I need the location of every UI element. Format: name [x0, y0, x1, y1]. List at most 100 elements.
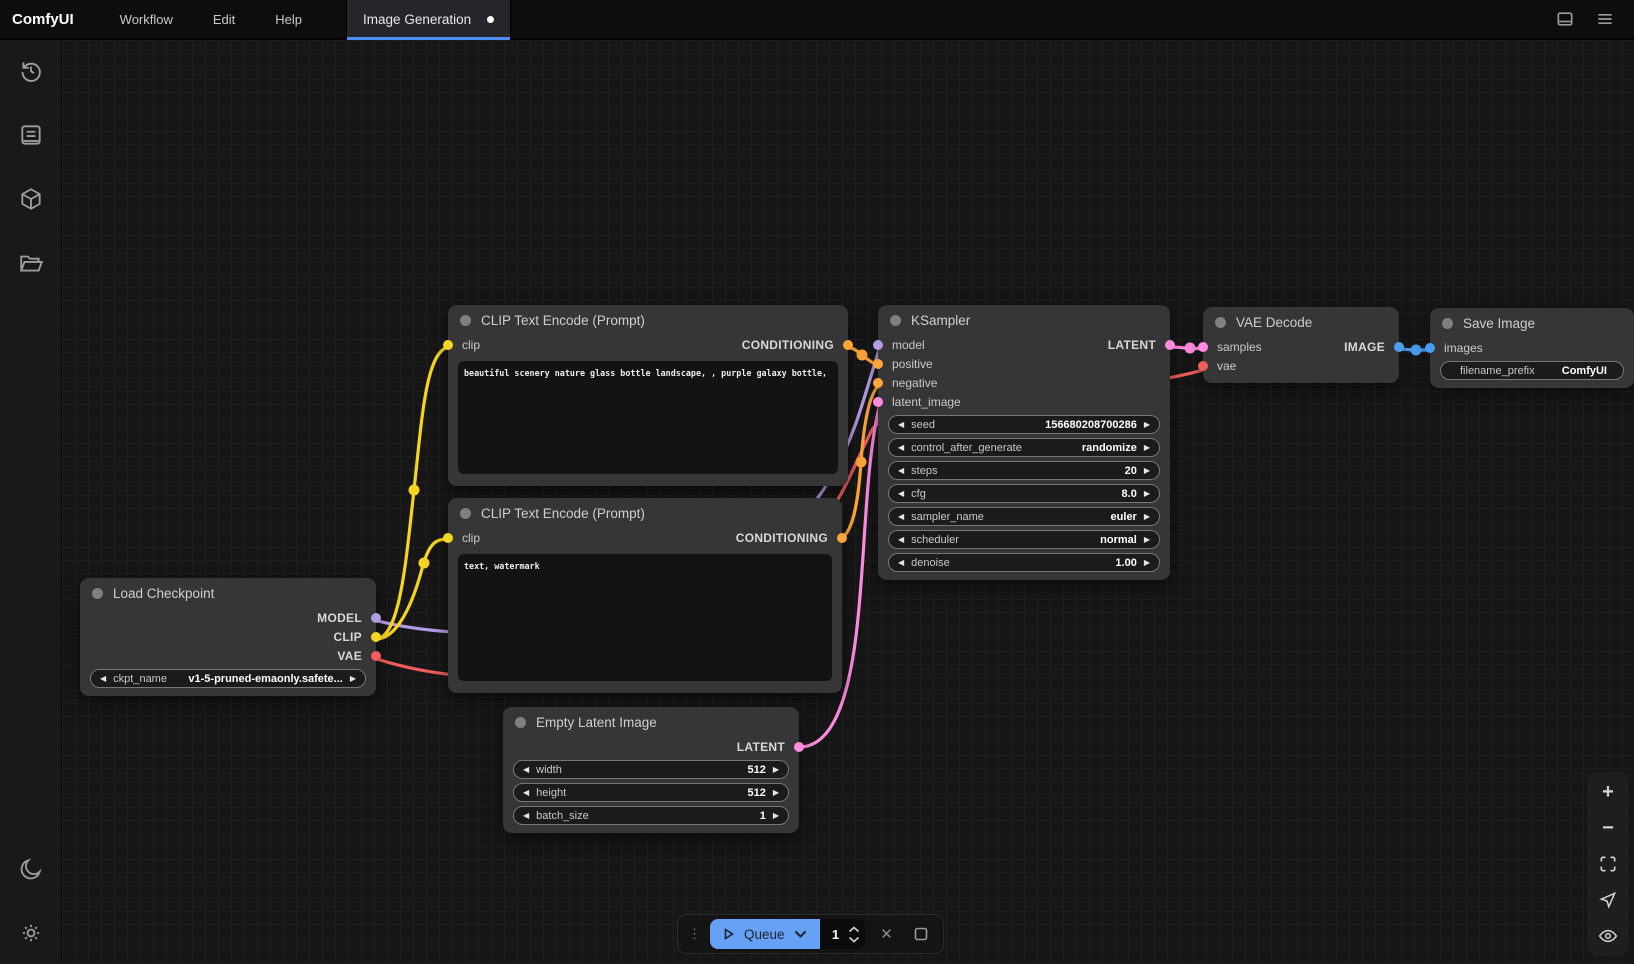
zoom-in-icon[interactable]: + [1596, 780, 1620, 804]
decrement-arrow-icon[interactable]: ◀ [523, 789, 529, 797]
clip-input-port[interactable] [443, 533, 453, 543]
clear-queue-icon[interactable]: ✕ [875, 922, 899, 946]
node-graph-canvas[interactable] [62, 40, 1634, 964]
decrement-arrow-icon[interactable]: ◀ [898, 559, 904, 567]
theme-toggle-moon-icon[interactable] [18, 856, 44, 882]
decrement-arrow-icon[interactable]: ◀ [898, 444, 904, 452]
height-widget[interactable]: ◀ height 512 ▶ [513, 783, 789, 802]
node-clip-text-encode-positive[interactable]: CLIP Text Encode (Prompt) clip CONDITION… [448, 305, 848, 486]
decrement-arrow-icon[interactable]: ◀ [523, 766, 529, 774]
decrement-arrow-icon[interactable]: ◀ [898, 421, 904, 429]
model-library-icon[interactable] [18, 186, 44, 212]
increment-arrow-icon[interactable]: ▶ [1144, 490, 1150, 498]
collapse-dot-icon[interactable] [890, 315, 901, 326]
model-output-port[interactable] [371, 613, 381, 623]
increment-arrow-icon[interactable]: ▶ [1144, 444, 1150, 452]
increment-arrow-icon[interactable]: ▶ [1144, 467, 1150, 475]
decrement-arrow-icon[interactable]: ◀ [898, 513, 904, 521]
unsaved-indicator-icon[interactable] [487, 16, 494, 23]
menu-help[interactable]: Help [255, 0, 322, 38]
latent-output-port[interactable] [1165, 340, 1175, 350]
node-title-bar[interactable]: CLIP Text Encode (Prompt) [448, 305, 848, 335]
increment-arrow-icon[interactable]: ▶ [350, 675, 356, 683]
stop-icon[interactable] [909, 922, 933, 946]
batch-count-stepper[interactable]: 1 [820, 919, 865, 949]
zoom-out-icon[interactable]: − [1596, 816, 1620, 840]
node-save-image[interactable]: Save Image images filename_prefix ComfyU… [1430, 308, 1634, 388]
queue-dropdown-chevron-icon[interactable] [794, 930, 807, 938]
conditioning-output-port[interactable] [843, 340, 853, 350]
increment-arrow-icon[interactable]: ▶ [773, 766, 779, 774]
increment-arrow-icon[interactable]: ▶ [1144, 559, 1150, 567]
toggle-link-visibility-eye-icon[interactable] [1596, 924, 1620, 948]
scheduler-widget[interactable]: ◀ scheduler normal ▶ [888, 530, 1160, 549]
fit-view-icon[interactable] [1596, 852, 1620, 876]
node-title-bar[interactable]: Load Checkpoint [80, 578, 376, 608]
settings-gear-icon[interactable] [18, 920, 44, 946]
negative-input-port[interactable] [873, 378, 883, 388]
collapse-dot-icon[interactable] [1215, 317, 1226, 328]
increment-arrow-icon[interactable]: ▶ [1144, 421, 1150, 429]
decrement-arrow-icon[interactable]: ◀ [100, 675, 106, 683]
prompt-textarea[interactable]: text, watermark [458, 554, 832, 681]
conditioning-output-port[interactable] [837, 533, 847, 543]
model-input-port[interactable] [873, 340, 883, 350]
images-input-port[interactable] [1425, 343, 1435, 353]
collapse-dot-icon[interactable] [92, 588, 103, 599]
vae-input-port[interactable] [1198, 361, 1208, 371]
increment-arrow-icon[interactable]: ▶ [1144, 536, 1150, 544]
history-icon[interactable] [18, 58, 44, 84]
queue-button[interactable]: Queue [710, 919, 820, 949]
bottom-panel-toggle-icon[interactable] [1550, 4, 1580, 34]
latent-output-port[interactable] [794, 742, 804, 752]
ckpt-name-widget[interactable]: ◀ ckpt_name v1-5-pruned-emaonly.safete..… [90, 669, 366, 688]
clip-input-port[interactable] [443, 340, 453, 350]
positive-input-port[interactable] [873, 359, 883, 369]
node-title-bar[interactable]: CLIP Text Encode (Prompt) [448, 498, 842, 528]
latent-image-input-port[interactable] [873, 397, 883, 407]
steps-widget[interactable]: ◀ steps 20 ▶ [888, 461, 1160, 480]
decrement-arrow-icon[interactable]: ◀ [898, 536, 904, 544]
seed-widget[interactable]: ◀ seed 156680208700286 ▶ [888, 415, 1160, 434]
node-clip-text-encode-negative[interactable]: CLIP Text Encode (Prompt) clip CONDITION… [448, 498, 842, 693]
prompt-textarea[interactable]: beautiful scenery nature glass bottle la… [458, 361, 838, 474]
decrement-arrow-icon[interactable]: ◀ [898, 490, 904, 498]
increment-arrow-icon[interactable]: ▶ [773, 812, 779, 820]
drag-handle-icon[interactable]: ⋮ [688, 926, 700, 942]
sampler-name-widget[interactable]: ◀ sampler_name euler ▶ [888, 507, 1160, 526]
control-after-generate-widget[interactable]: ◀ control_after_generate randomize ▶ [888, 438, 1160, 457]
workflow-tab[interactable]: Image Generation [346, 0, 511, 38]
denoise-widget[interactable]: ◀ denoise 1.00 ▶ [888, 553, 1160, 572]
samples-input-port[interactable] [1198, 342, 1208, 352]
menu-workflow[interactable]: Workflow [100, 0, 193, 38]
increment-arrow-icon[interactable]: ▶ [1144, 513, 1150, 521]
count-down-icon[interactable] [848, 936, 860, 943]
node-ksampler[interactable]: KSampler model LATENT positive negative … [878, 305, 1170, 580]
queue-icon[interactable] [18, 122, 44, 148]
filename-prefix-widget[interactable]: filename_prefix ComfyUI [1440, 361, 1624, 380]
collapse-dot-icon[interactable] [460, 315, 471, 326]
hamburger-menu-icon[interactable] [1590, 4, 1620, 34]
increment-arrow-icon[interactable]: ▶ [773, 789, 779, 797]
decrement-arrow-icon[interactable]: ◀ [523, 812, 529, 820]
select-mode-icon[interactable] [1596, 888, 1620, 912]
menu-edit[interactable]: Edit [193, 0, 255, 38]
cfg-widget[interactable]: ◀ cfg 8.0 ▶ [888, 484, 1160, 503]
collapse-dot-icon[interactable] [1442, 318, 1453, 329]
workflows-folder-icon[interactable] [18, 250, 44, 276]
node-title-bar[interactable]: KSampler [878, 305, 1170, 335]
count-up-icon[interactable] [848, 926, 860, 933]
collapse-dot-icon[interactable] [460, 508, 471, 519]
node-title-bar[interactable]: VAE Decode [1203, 307, 1399, 337]
vae-output-port[interactable] [371, 651, 381, 661]
node-empty-latent-image[interactable]: Empty Latent Image LATENT ◀ width 512 ▶ … [503, 707, 799, 833]
node-vae-decode[interactable]: VAE Decode samples IMAGE vae [1203, 307, 1399, 383]
width-widget[interactable]: ◀ width 512 ▶ [513, 760, 789, 779]
decrement-arrow-icon[interactable]: ◀ [898, 467, 904, 475]
node-title-bar[interactable]: Save Image [1430, 308, 1634, 338]
collapse-dot-icon[interactable] [515, 717, 526, 728]
image-output-port[interactable] [1394, 342, 1404, 352]
node-load-checkpoint[interactable]: Load Checkpoint MODEL CLIP VAE ◀ ckpt_na… [80, 578, 376, 696]
clip-output-port[interactable] [371, 632, 381, 642]
node-title-bar[interactable]: Empty Latent Image [503, 707, 799, 737]
